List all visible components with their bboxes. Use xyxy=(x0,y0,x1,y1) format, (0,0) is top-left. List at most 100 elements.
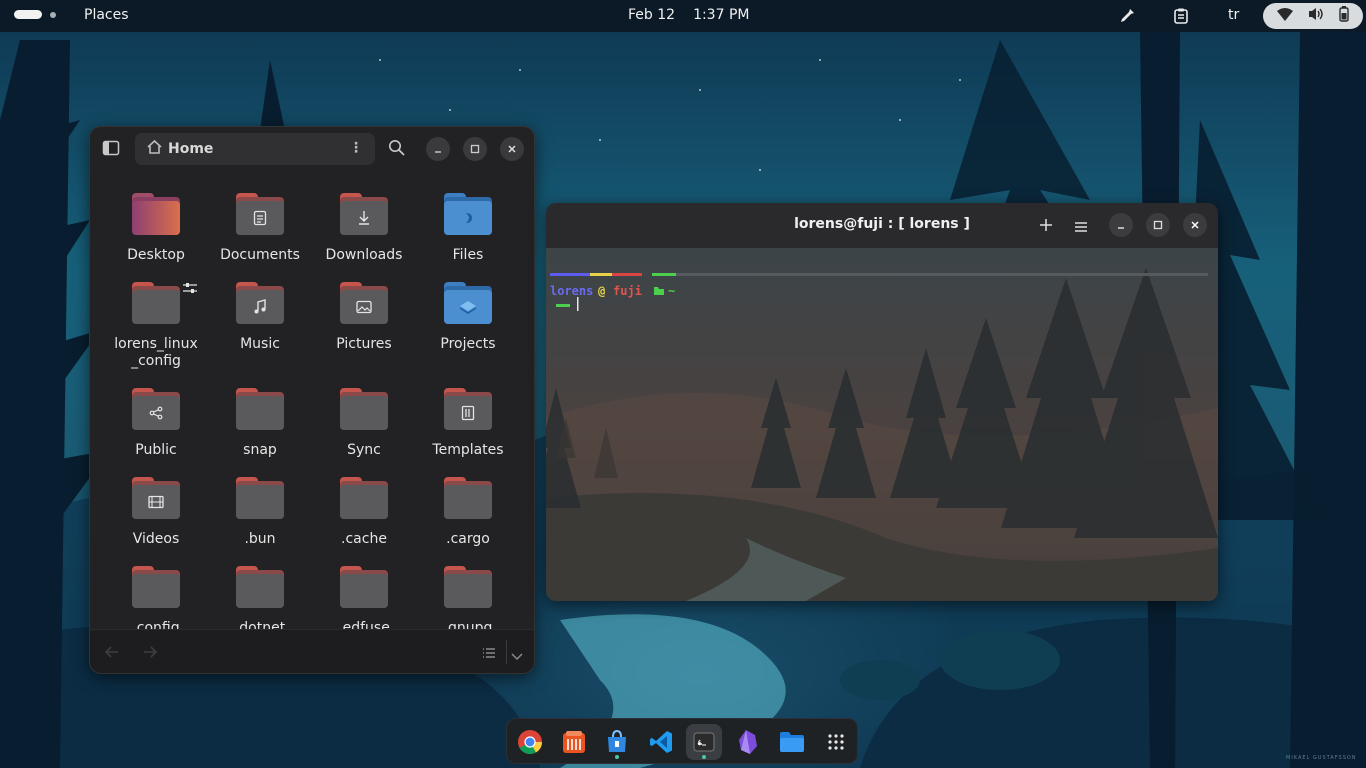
file-grid-item[interactable]: Public xyxy=(104,388,208,459)
back-arrow-icon[interactable] xyxy=(104,644,120,664)
prompt-directory: ~ xyxy=(668,284,676,298)
file-grid-item[interactable]: Downloads xyxy=(312,193,416,264)
file-grid-item[interactable]: Projects xyxy=(416,282,520,353)
footer-divider xyxy=(506,640,507,664)
date-label: Feb 12 xyxy=(628,7,676,23)
battery-icon xyxy=(1339,6,1350,26)
terminal-close-button[interactable] xyxy=(1183,213,1207,237)
terminal-body[interactable]: lorens @ fuji ~ xyxy=(546,248,1218,601)
dock-obsidian[interactable] xyxy=(730,724,766,760)
home-icon xyxy=(147,139,162,158)
file-grid-item-label: Templates xyxy=(432,442,504,458)
file-grid-item[interactable]: Sync xyxy=(312,388,416,459)
dock: $ xyxy=(506,718,858,764)
file-grid-item-label: Projects xyxy=(440,336,496,352)
minimize-icon xyxy=(1118,227,1124,229)
prompt-user: lorens xyxy=(550,284,594,298)
obsidian-icon xyxy=(739,730,757,754)
close-icon xyxy=(508,145,516,153)
dock-files[interactable] xyxy=(774,724,810,760)
dock-chrome[interactable] xyxy=(512,724,548,760)
file-manager-footer xyxy=(90,629,534,673)
file-grid-item[interactable]: .bun xyxy=(208,477,312,548)
view-options-chevron-icon[interactable] xyxy=(511,646,523,665)
maximize-icon xyxy=(1153,220,1163,230)
folder-icon xyxy=(236,566,284,608)
close-icon xyxy=(1191,221,1199,229)
dock-app-center[interactable] xyxy=(556,724,592,760)
wallpaper-credit: MIKAEL GUSTAFSSON xyxy=(1286,755,1357,761)
file-grid-item-label: Desktop xyxy=(127,247,185,263)
file-grid-item-label: Pictures xyxy=(336,336,392,352)
file-grid-item[interactable]: Music xyxy=(208,282,312,353)
new-tab-icon[interactable] xyxy=(1039,217,1053,236)
maximize-button[interactable] xyxy=(463,137,487,161)
color-picker-icon[interactable] xyxy=(1118,7,1136,25)
file-grid-item-label: Videos xyxy=(132,531,180,547)
dock-software-store[interactable] xyxy=(599,724,635,760)
file-grid-item[interactable]: Videos xyxy=(104,477,208,548)
dock-vscode[interactable] xyxy=(643,724,679,760)
software-store-icon xyxy=(608,729,626,752)
file-grid-item-label: .gnupg xyxy=(443,620,493,629)
file-grid-item[interactable]: .dotnet xyxy=(208,566,312,629)
file-grid-item[interactable]: Pictures xyxy=(312,282,416,353)
keyboard-layout[interactable]: tr xyxy=(1228,7,1239,23)
file-grid-item-label: Music xyxy=(240,336,280,352)
files-folder-icon xyxy=(444,193,492,235)
list-view-icon[interactable] xyxy=(482,645,496,664)
symlink-folder-icon xyxy=(132,282,180,324)
hamburger-menu-icon[interactable] xyxy=(1074,218,1088,237)
system-status-menu[interactable] xyxy=(1263,3,1363,29)
forward-arrow-icon[interactable] xyxy=(142,644,158,664)
file-grid-item[interactable]: Templates xyxy=(416,388,520,459)
file-grid-item[interactable]: lorens_linux _config xyxy=(104,282,208,370)
close-button[interactable] xyxy=(500,137,524,161)
desktop-folder-icon xyxy=(132,193,180,235)
wifi-icon xyxy=(1276,7,1293,25)
file-grid-item-label: .cache xyxy=(341,531,387,547)
search-icon[interactable] xyxy=(388,139,408,159)
file-grid-item[interactable]: .config xyxy=(104,566,208,629)
public-folder-icon xyxy=(132,388,180,430)
file-grid-item[interactable]: Documents xyxy=(208,193,312,264)
pictures-folder-icon xyxy=(340,282,388,324)
dock-terminal[interactable]: $ xyxy=(686,724,722,760)
folder-icon xyxy=(236,477,284,519)
file-grid-item-label: .bun xyxy=(244,531,276,547)
terminal-maximize-button[interactable] xyxy=(1146,213,1170,237)
templates-folder-icon xyxy=(444,388,492,430)
file-grid-item-label: Public xyxy=(135,442,177,458)
files-icon xyxy=(780,732,804,752)
clock[interactable]: Feb 12 1:37 PM xyxy=(628,7,749,23)
file-grid-item[interactable]: Files xyxy=(416,193,520,264)
workspace-dot[interactable] xyxy=(50,11,56,18)
projects-folder-icon xyxy=(444,282,492,324)
file-grid-item-label: .edfuse xyxy=(338,620,390,629)
file-grid-item[interactable]: .gnupg xyxy=(416,566,520,629)
prompt-host: fuji xyxy=(613,284,642,298)
terminal-background-art xyxy=(546,248,1218,601)
places-menu[interactable]: Places xyxy=(84,7,129,23)
clipboard-icon[interactable] xyxy=(1172,7,1190,25)
sidebar-toggle-icon[interactable] xyxy=(102,139,122,159)
minimize-button[interactable] xyxy=(426,137,450,161)
folder-icon xyxy=(340,388,388,430)
dock-show-apps[interactable] xyxy=(818,724,854,760)
file-grid-item[interactable]: snap xyxy=(208,388,312,459)
file-grid-item-label: Downloads xyxy=(325,247,403,263)
activities-indicator[interactable] xyxy=(14,10,56,19)
path-bar[interactable]: Home ⋮ xyxy=(135,133,375,165)
path-menu-icon[interactable]: ⋮ xyxy=(349,140,363,156)
svg-text:$: $ xyxy=(698,739,702,747)
workspace-active-pill[interactable] xyxy=(14,10,42,19)
file-grid-item-label: lorens_linux _config xyxy=(114,336,198,369)
file-grid-item[interactable]: .cache xyxy=(312,477,416,548)
folder-icon xyxy=(444,566,492,608)
file-grid-item[interactable]: .cargo xyxy=(416,477,520,548)
terminal-minimize-button[interactable] xyxy=(1109,213,1133,237)
file-grid-item[interactable]: Desktop xyxy=(104,193,208,264)
time-label: 1:37 PM xyxy=(693,7,750,23)
folder-icon xyxy=(444,477,492,519)
file-grid-item[interactable]: .edfuse xyxy=(312,566,416,629)
